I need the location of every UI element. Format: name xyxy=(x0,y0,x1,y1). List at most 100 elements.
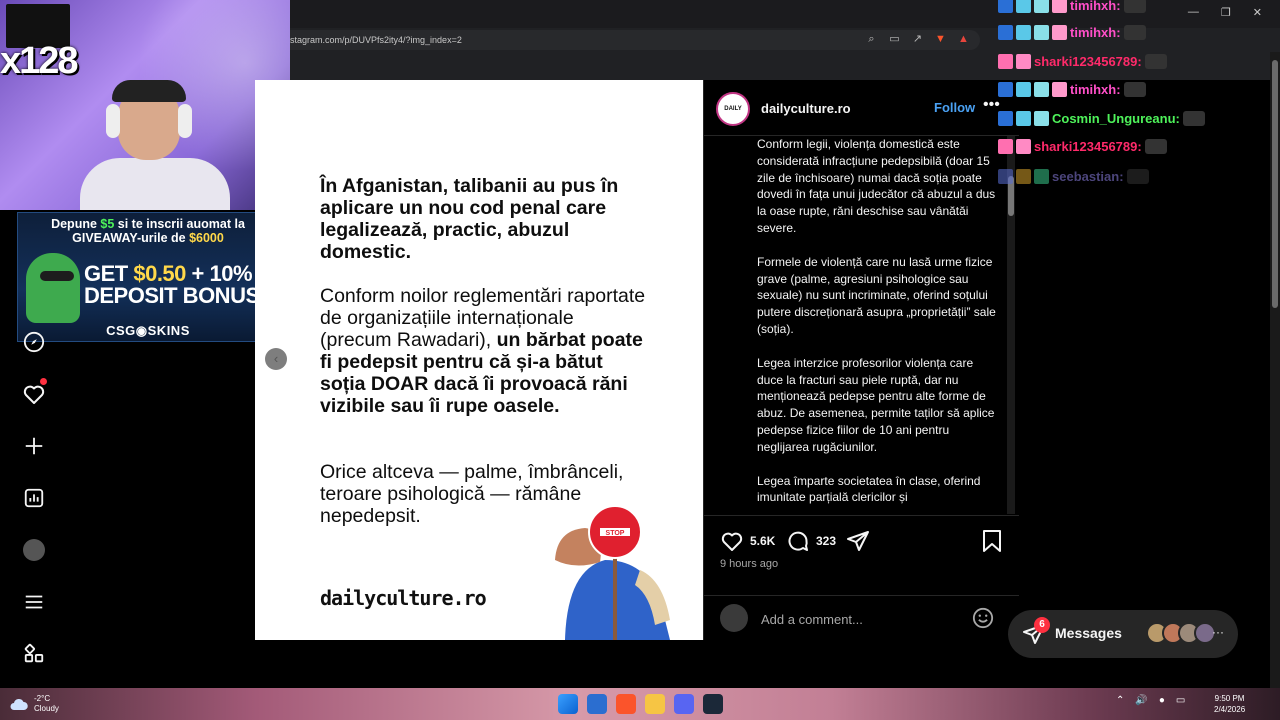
post-headline: În Afganistan, talibanii au pus în aplic… xyxy=(320,175,619,263)
messages-badge: 6 xyxy=(1034,617,1050,633)
author-avatar[interactable]: DAILY xyxy=(716,92,750,126)
chat-username: timihxh: xyxy=(1070,81,1121,97)
heart-icon xyxy=(23,385,45,404)
chat-username: seebastian: xyxy=(1052,168,1124,184)
apps-icon xyxy=(24,643,44,663)
badge-icon xyxy=(1034,81,1049,97)
badge-icon xyxy=(998,110,1013,126)
post-image: În Afganistan, talibanii au pus în aplic… xyxy=(255,80,703,640)
chevron-up-icon[interactable]: ⌃ xyxy=(1116,695,1124,706)
badge-icon xyxy=(1016,53,1031,69)
badge-icon xyxy=(998,53,1013,69)
comment-count: 323 xyxy=(816,534,837,548)
chat-message: timihxh: xyxy=(998,0,1146,14)
heart-icon xyxy=(721,532,743,551)
badge-icon xyxy=(998,138,1013,154)
emote-icon xyxy=(1126,168,1149,184)
follow-button[interactable]: Follow xyxy=(934,100,975,115)
stream-chat: timihxh: timihxh: sharki123456789: timih… xyxy=(998,0,1280,190)
share-button[interactable] xyxy=(846,529,870,558)
start-icon[interactable] xyxy=(558,694,578,714)
zoom-icon[interactable]: ⌕ xyxy=(864,32,879,47)
comment-composer xyxy=(704,595,1019,640)
brave-browser-icon[interactable] xyxy=(616,694,636,714)
page-scrollbar[interactable] xyxy=(1270,52,1280,688)
chat-username: Cosmin_Ungureanu: xyxy=(1052,110,1180,126)
comment-button[interactable]: 323 xyxy=(786,529,836,553)
mic-icon[interactable]: ● xyxy=(1159,695,1165,706)
badge-icon xyxy=(1034,110,1049,126)
post-logo: dailyculture.ro xyxy=(320,586,487,610)
nav-also-from-meta[interactable] xyxy=(20,640,48,668)
file-explorer-icon[interactable] xyxy=(645,694,665,714)
comment-input[interactable] xyxy=(761,609,961,629)
chat-message: sharki123456789: xyxy=(998,137,1167,155)
address-bar-icons: ⌕ ▭ ↗ ▼ ▲ xyxy=(864,32,971,47)
notification-dot xyxy=(40,378,47,385)
sub-count: x128 xyxy=(0,40,79,82)
post-actions: 5.6K 323 9 hours ago xyxy=(704,515,1019,595)
task-view-icon[interactable] xyxy=(587,694,607,714)
send-icon xyxy=(847,531,869,551)
emoji-button[interactable] xyxy=(972,607,994,634)
save-button[interactable] xyxy=(981,529,1003,558)
streamer-webcam: x128 xyxy=(0,0,290,210)
badge-icon xyxy=(998,24,1013,40)
chat-message: timihxh: xyxy=(998,80,1146,98)
nav-explore[interactable] xyxy=(20,328,48,356)
clock-date: 2/4/2026 xyxy=(1214,705,1246,714)
messages-button[interactable]: 6 Messages ··· xyxy=(1008,610,1238,658)
chat-message: timihxh: xyxy=(998,23,1146,41)
ad-mascot xyxy=(26,253,80,323)
messages-avatars: ··· xyxy=(1146,622,1226,646)
chart-icon xyxy=(24,488,44,508)
post-header: DAILY dailyculture.ro Follow ••• xyxy=(704,80,1019,136)
chat-username: timihxh: xyxy=(1070,24,1121,40)
like-count: 5.6K xyxy=(750,534,776,548)
emote-icon xyxy=(1144,138,1167,154)
post-caption: Conform legii, violența domestică este c… xyxy=(757,136,997,514)
badge-icon xyxy=(1034,168,1049,184)
badge-icon xyxy=(1016,168,1031,184)
page-scroll-thumb[interactable] xyxy=(1272,60,1278,308)
compass-icon xyxy=(23,331,45,353)
messages-more: ··· xyxy=(1212,625,1224,639)
nav-more[interactable] xyxy=(20,588,48,616)
emote-icon xyxy=(1123,24,1146,40)
emoji-icon xyxy=(972,607,994,629)
ad-headline: Depune $5 si te inscrii auomat la GIVEAW… xyxy=(51,217,245,245)
discord-icon[interactable] xyxy=(674,694,694,714)
steam-icon[interactable] xyxy=(703,694,723,714)
share-icon[interactable]: ↗ xyxy=(910,32,925,47)
illustration: STOP xyxy=(555,505,670,640)
brave-shield-icon[interactable]: ▼ xyxy=(933,32,948,47)
emote-icon xyxy=(1182,110,1205,126)
network-icon[interactable]: ▭ xyxy=(1176,695,1185,706)
brave-rewards-icon[interactable]: ▲ xyxy=(956,32,971,47)
chat-username: sharki123456789: xyxy=(1034,138,1142,154)
taskbar-clock[interactable]: 9:50 PM 2/4/2026 xyxy=(1214,693,1245,715)
nav-profile[interactable] xyxy=(20,536,48,564)
caption-scrollbar[interactable] xyxy=(1007,136,1015,514)
nav-dashboard[interactable] xyxy=(20,484,48,512)
like-button[interactable]: 5.6K xyxy=(720,529,775,553)
previous-slide-button[interactable]: ‹ xyxy=(265,348,287,370)
weather-widget[interactable]: -2°C Cloudy xyxy=(10,694,59,714)
volume-icon[interactable]: 🔊 xyxy=(1135,695,1147,706)
ad-brand: CSG◉SKINS xyxy=(106,323,190,338)
nav-create[interactable] xyxy=(20,432,48,460)
url-text: stagram.com/p/DUVPfs2ity4/?img_index=2 xyxy=(290,35,462,45)
chat-message: sharki123456789: xyxy=(998,52,1167,70)
badge-icon xyxy=(1016,138,1031,154)
emote-icon xyxy=(1144,53,1167,69)
nav-notifications[interactable] xyxy=(20,378,48,408)
author-username[interactable]: dailyculture.ro xyxy=(761,101,851,116)
cast-icon[interactable]: ▭ xyxy=(887,32,902,47)
weather-temp: -2°C xyxy=(34,694,51,703)
badge-icon xyxy=(1016,24,1031,40)
emote-icon xyxy=(1123,0,1146,13)
menu-icon xyxy=(25,595,43,609)
post-paragraph-2: Conform noilor reglementări raportate de… xyxy=(320,285,646,417)
ad-bonus-line2: DEPOSIT BONUS xyxy=(84,283,260,308)
chat-message: seebastian: xyxy=(998,167,1149,185)
